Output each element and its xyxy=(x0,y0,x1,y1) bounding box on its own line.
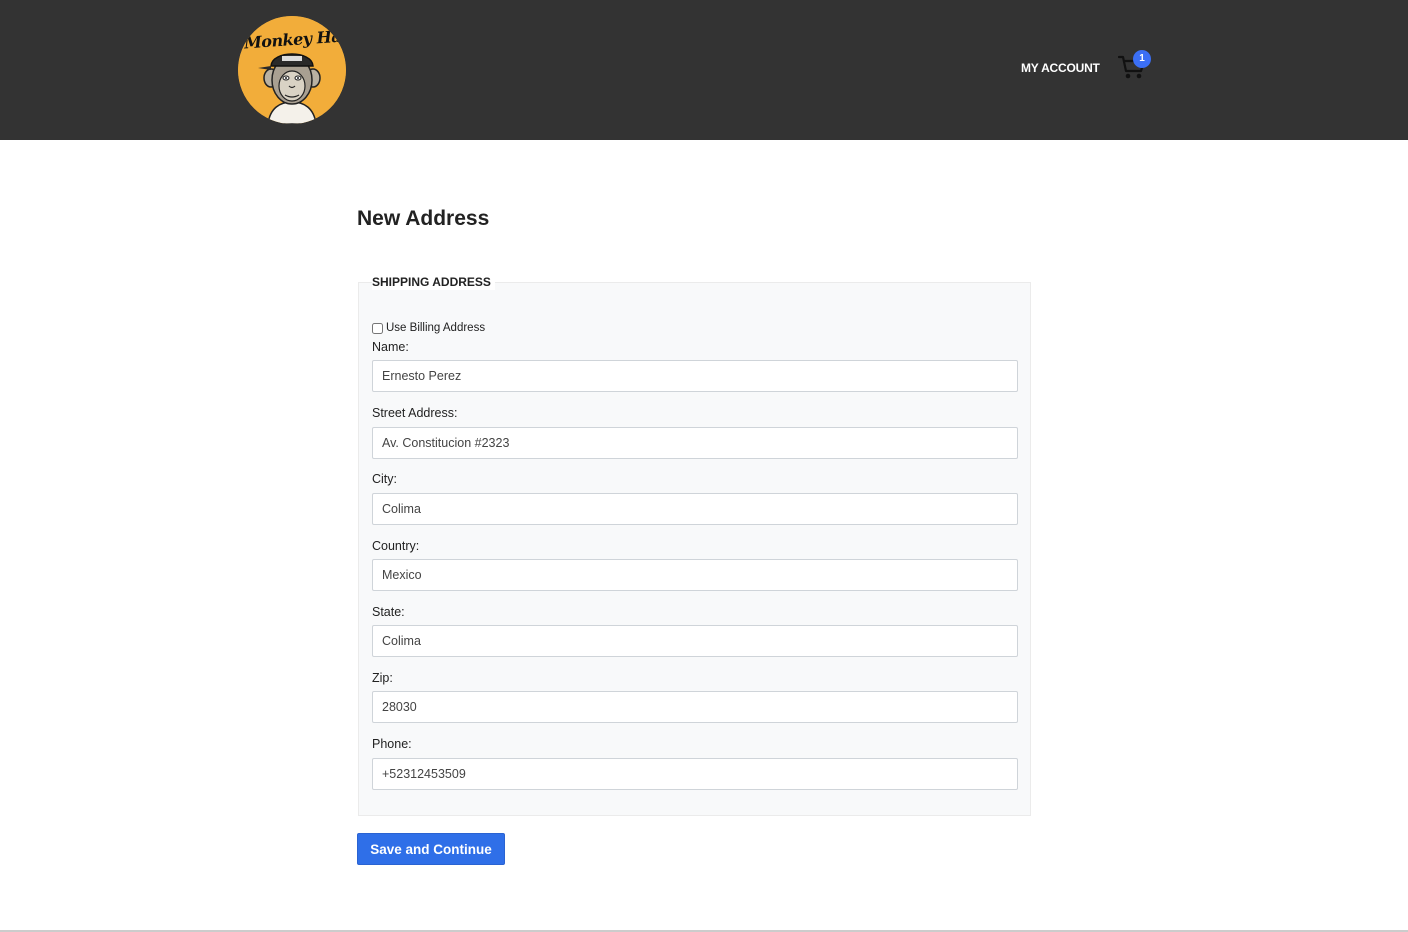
city-label: City: xyxy=(372,472,397,486)
city-field[interactable] xyxy=(372,493,1018,525)
logo[interactable]: Monkey Hats xyxy=(238,16,346,124)
street-address-label: Street Address: xyxy=(372,406,458,420)
phone-field[interactable] xyxy=(372,758,1018,790)
state-field[interactable] xyxy=(372,625,1018,657)
zip-field[interactable] xyxy=(372,691,1018,723)
state-label: State: xyxy=(372,605,405,619)
cart-count-badge: 1 xyxy=(1133,50,1151,68)
use-billing-address-checkbox[interactable] xyxy=(372,322,383,334)
cart-button[interactable]: 1 xyxy=(1116,50,1156,82)
country-field[interactable] xyxy=(372,559,1018,591)
page-title: New Address xyxy=(357,207,490,230)
country-label: Country: xyxy=(372,539,420,553)
name-label: Name: xyxy=(372,340,409,354)
use-billing-address-label: Use Billing Address xyxy=(386,322,486,334)
street-address-field[interactable] xyxy=(372,427,1018,459)
name-field[interactable] xyxy=(372,360,1018,392)
shipping-address-legend: SHIPPING ADDRESS xyxy=(372,274,495,290)
my-account-link[interactable]: MY ACCOUNT xyxy=(1021,61,1100,75)
save-and-continue-button[interactable]: Save and Continue xyxy=(357,833,505,865)
phone-label: Phone: xyxy=(372,737,412,751)
zip-label: Zip: xyxy=(372,671,393,685)
site-header: Monkey Hats MY ACCOUNT 1 xyxy=(0,0,1408,140)
use-billing-address-row[interactable]: Use Billing Address xyxy=(372,321,485,335)
